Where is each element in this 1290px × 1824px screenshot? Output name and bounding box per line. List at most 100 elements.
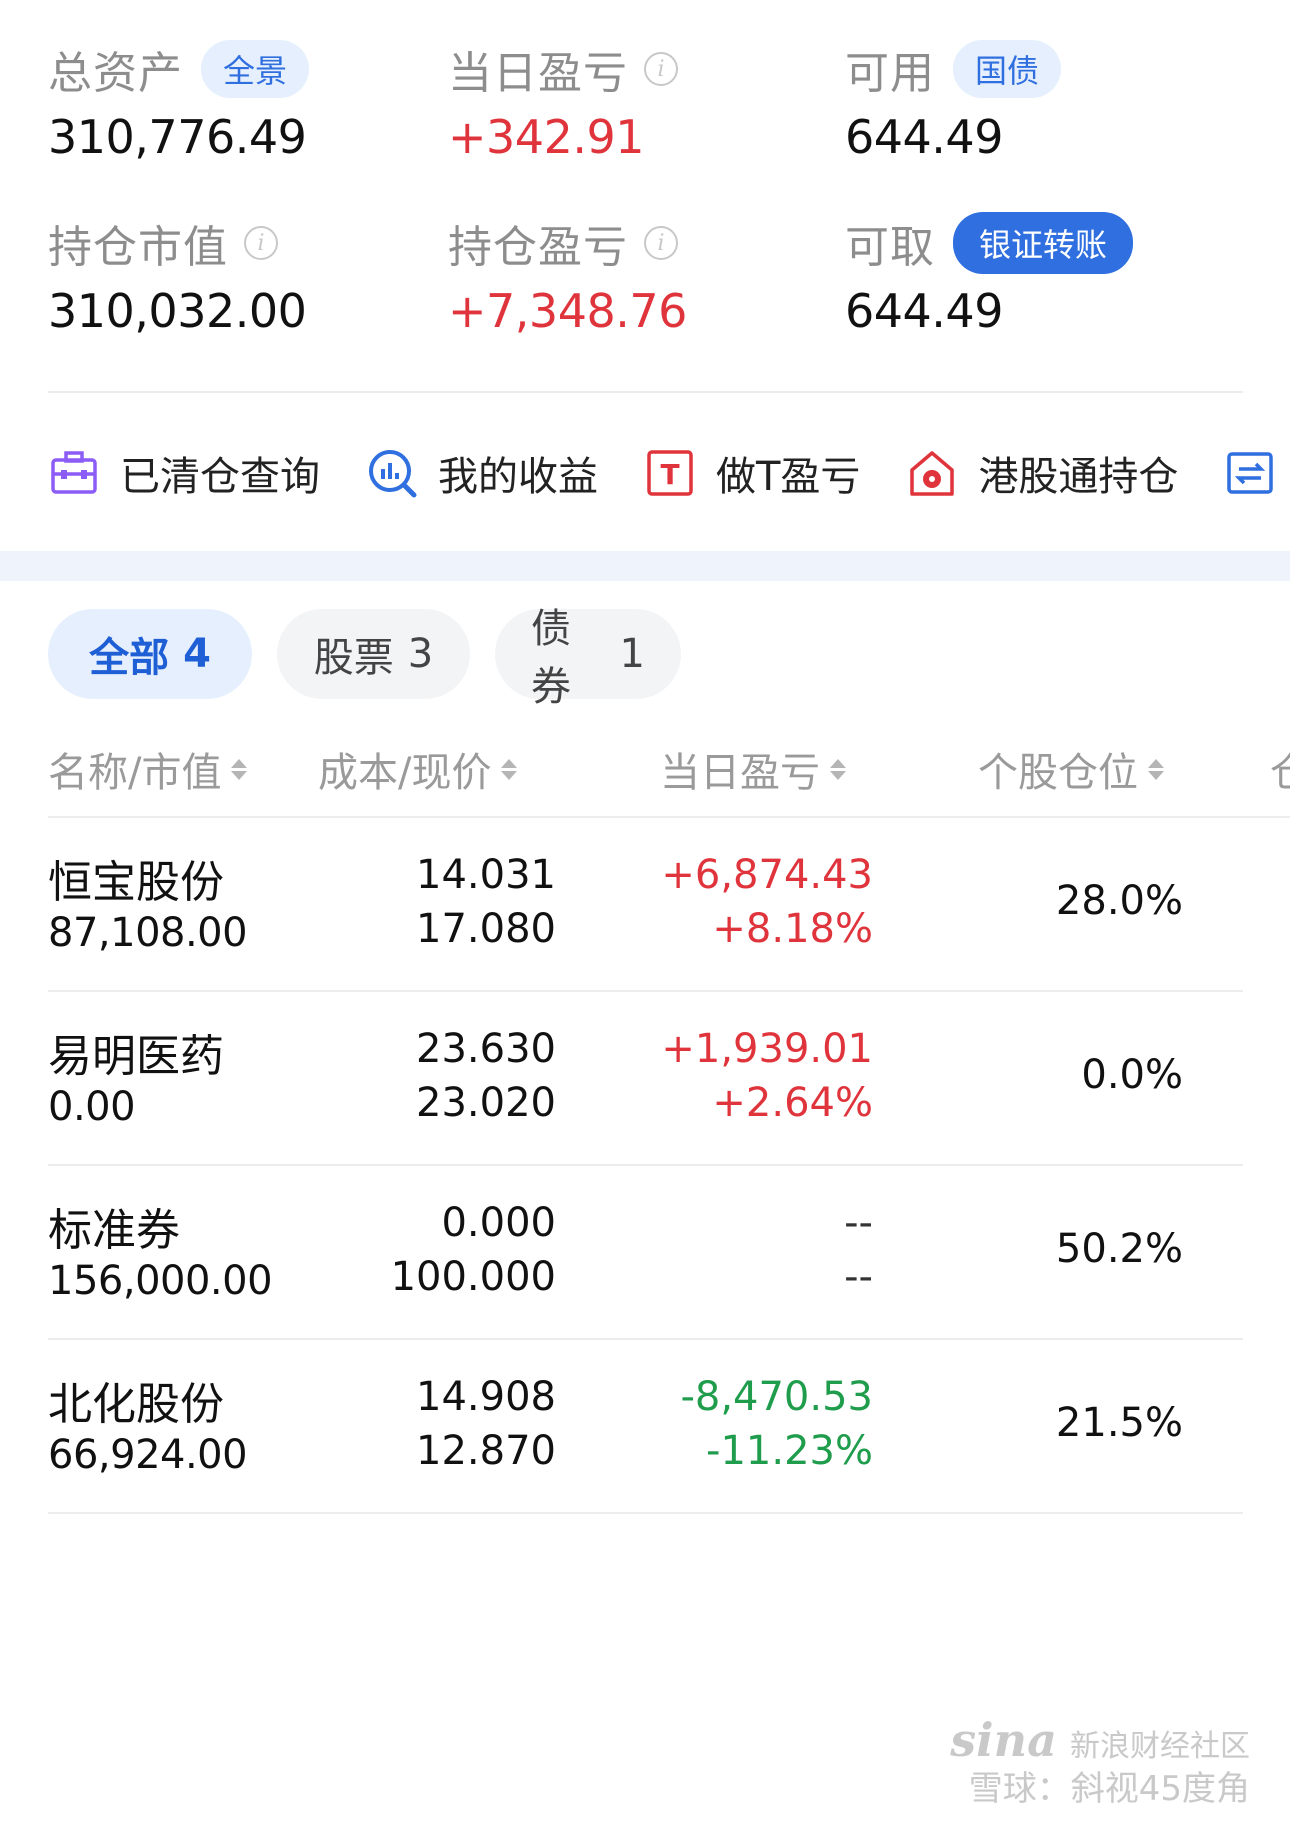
table-row[interactable]: 北化股份 66,924.00 14.908 12.870 -8,470.53 -… [48,1340,1243,1514]
available-value: 644.49 [845,110,1003,164]
stock-market-value: 87,108.00 [48,910,248,956]
info-icon[interactable]: i [644,52,678,86]
stock-position-weight: 28.0% [1055,878,1183,924]
stock-position-weight: 21.5% [1055,1400,1183,1446]
table-row[interactable]: 恒宝股份 87,108.00 14.031 17.080 +6,874.43 +… [48,818,1243,992]
quick-link-label: 我的收益 [438,454,598,500]
table-row[interactable]: 标准券 156,000.00 0.000 100.000 -- -- 50.2% [48,1166,1243,1340]
tab-bonds[interactable]: 债券 1 [495,606,681,710]
total-assets-value: 310,776.49 [48,110,307,164]
stock-name: 易明医药 [48,1031,224,1082]
market-value-label: 持仓市值 [48,222,228,273]
holdings-table-body: 恒宝股份 87,108.00 14.031 17.080 +6,874.43 +… [48,818,1243,1514]
stock-cost: 0.000 [441,1200,556,1246]
stock-price: 100.000 [390,1254,556,1300]
withdrawable-label: 可取 [845,222,935,273]
stock-daily-pl-pct: +8.18% [712,906,873,952]
position-pl-block: 持仓盈亏 i +7,348.76 [448,212,687,338]
sort-icon [231,758,248,780]
column-header-label: 成本/现价 [318,750,492,796]
column-header-label: 名称/市值 [48,750,222,796]
quick-link-label: 港股通持仓 [978,454,1179,500]
holding-filter-tabs: 全部 4 股票 3 债券 1 [48,606,706,710]
stock-price: 12.870 [416,1428,556,1474]
stock-market-value: 0.00 [48,1084,136,1130]
t-box-icon: T [644,447,696,499]
info-icon[interactable]: i [244,226,278,260]
hk-house-icon [906,447,958,499]
total-assets-block: 总资产 全景 310,776.49 [48,38,310,164]
column-header-label: 个股仓位 [978,750,1138,796]
quick-link-my-earnings[interactable]: 我的收益 [366,444,598,502]
stock-market-value: 156,000.00 [48,1258,273,1304]
info-icon[interactable]: i [644,226,678,260]
divider [48,391,1243,393]
stock-name: 标准券 [48,1205,180,1256]
stock-daily-pl: +1,939.01 [661,1026,873,1072]
table-row[interactable]: 易明医药 0.00 23.630 23.020 +1,939.01 +2.64%… [48,992,1243,1166]
quick-links-bar[interactable]: 已清仓查询 我的收益 T 做T盈亏 港股通持仓 [48,440,1290,506]
stock-cost: 23.630 [416,1026,556,1072]
daily-pl-block: 当日盈亏 i +342.91 [448,38,678,164]
transfer-icon [1224,447,1276,499]
bank-transfer-button[interactable]: 银证转账 [953,212,1134,274]
column-header-cost-price[interactable]: 成本/现价 [318,740,518,798]
quick-link-hk-connect-holdings[interactable]: 港股通持仓 [906,444,1178,502]
withdrawable-value: 644.49 [845,284,1003,338]
stock-position-weight: 0.0% [1081,1052,1183,1098]
stock-daily-pl-pct: +2.64% [712,1080,873,1126]
available-block: 可用 国债 644.49 [845,38,1062,164]
holdings-table-header: 名称/市值 成本/现价 当日盈亏 个股仓位 仓 [48,740,1290,800]
total-assets-label: 总资产 [48,48,183,99]
available-label: 可用 [845,48,935,99]
section-separator [0,551,1290,581]
stock-daily-pl-pct: -- [844,1254,873,1300]
treasury-bond-button[interactable]: 国债 [953,40,1062,98]
sort-icon [1148,758,1164,780]
watermark: sina 新浪财经社区 雪球：斜视45度角 [950,1713,1250,1810]
tab-all[interactable]: 全部 4 [48,609,252,699]
panorama-button[interactable]: 全景 [201,40,310,98]
tab-stocks[interactable]: 股票 3 [277,609,470,699]
column-header-position-weight[interactable]: 个股仓位 [978,740,1164,798]
tab-count: 3 [407,631,434,677]
briefcase-icon [48,447,100,499]
stock-name: 恒宝股份 [48,857,224,908]
quick-link-cleared-positions[interactable]: 已清仓查询 [48,444,320,502]
stock-cost: 14.031 [416,852,556,898]
stock-daily-pl: -8,470.53 [680,1374,873,1420]
sort-icon [830,758,846,780]
stock-price: 23.020 [416,1080,556,1126]
stock-name: 北化股份 [48,1379,224,1430]
withdrawable-block: 可取 银证转账 644.49 [845,212,1134,338]
column-header-label: 仓 [1270,740,1290,798]
stock-position-weight: 50.2% [1055,1226,1183,1272]
market-value-block: 持仓市值 i 310,032.00 [48,212,307,338]
column-header-daily-pl[interactable]: 当日盈亏 [660,740,846,798]
chart-search-icon [366,447,418,499]
sina-logo: sina [950,1713,1057,1767]
tab-label: 全部 [89,635,170,681]
market-value-value: 310,032.00 [48,284,307,338]
position-pl-value: +7,348.76 [448,284,687,338]
quick-link-label: 已清仓查询 [120,454,320,500]
position-pl-label: 持仓盈亏 [448,222,628,273]
column-header-label: 当日盈亏 [660,750,820,796]
tab-label: 债券 [531,606,571,710]
daily-pl-value: +342.91 [448,110,645,164]
quick-link-t-trading-pl[interactable]: T 做T盈亏 [644,444,860,502]
column-header-truncated[interactable]: 仓 [1270,740,1290,798]
tab-count: 1 [619,631,645,677]
quick-link-more[interactable] [1224,447,1276,499]
svg-text:T: T [660,458,679,491]
stock-daily-pl: +6,874.43 [661,852,873,898]
stock-cost: 14.908 [416,1374,556,1420]
stock-price: 17.080 [416,906,556,952]
sort-icon [501,758,518,780]
stock-market-value: 66,924.00 [48,1432,248,1478]
tab-label: 股票 [313,635,394,681]
stock-daily-pl-pct: -11.23% [706,1428,873,1474]
watermark-author: 雪球：斜视45度角 [968,1769,1250,1809]
daily-pl-label: 当日盈亏 [448,48,628,99]
column-header-name-value[interactable]: 名称/市值 [48,740,248,798]
